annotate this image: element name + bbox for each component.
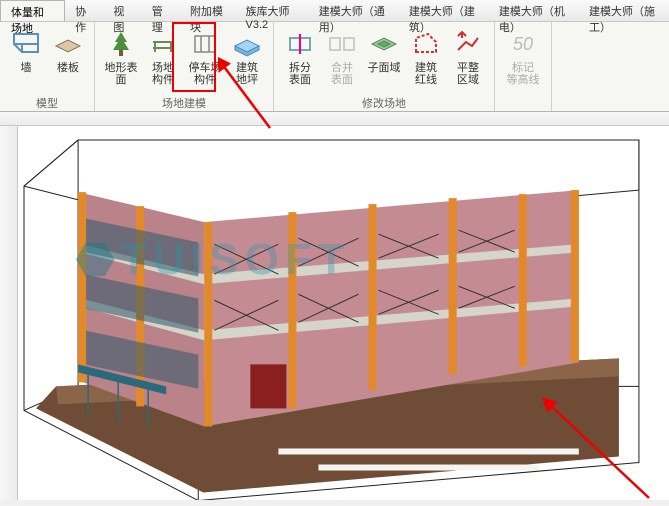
ruler-top: [0, 112, 669, 126]
site-comp-button[interactable]: 场地 构件: [143, 26, 183, 95]
graded-button[interactable]: 平整 区域: [448, 26, 488, 95]
tab-bm-mep[interactable]: 建模大师（机电）: [489, 0, 579, 21]
subregion-button[interactable]: 子面域: [364, 26, 404, 95]
tab-bm-arch[interactable]: 建模大师（建筑）: [399, 0, 489, 21]
tab-view[interactable]: 视图: [103, 0, 141, 21]
viewport: ⬣TUISOFT: [0, 112, 669, 500]
model-3d-view: [18, 126, 669, 500]
wall-label: 墙: [21, 62, 32, 74]
group-label-model: 模型: [6, 95, 88, 111]
floor-icon: [52, 28, 84, 60]
merge-label: 合并 表面: [331, 62, 353, 86]
group-label-lbl: [501, 95, 545, 111]
tab-manage[interactable]: 管理: [142, 0, 180, 21]
grade-icon: [452, 28, 484, 60]
tab-active[interactable]: 体量和场地: [0, 0, 65, 21]
tree-icon: [105, 28, 137, 60]
propline-icon: [410, 28, 442, 60]
proplines-button[interactable]: 建筑 红线: [406, 26, 446, 95]
pad-button[interactable]: 建筑 地坪: [227, 26, 267, 95]
tab-addins[interactable]: 附加模块: [180, 0, 236, 21]
merge-icon: [326, 28, 358, 60]
topography-button[interactable]: 地形表面: [101, 26, 141, 95]
label-contours-button: 50 标记 等高线: [501, 26, 545, 95]
bench-icon: [147, 28, 179, 60]
tab-family[interactable]: 族库大师V3.2: [235, 0, 308, 21]
pad-icon: [231, 28, 263, 60]
label-icon: 50: [507, 28, 539, 60]
ribbon-group-modify: 拆分 表面 合并 表面 子面域 建筑 红线: [274, 22, 495, 111]
floor-button[interactable]: 楼板: [48, 26, 88, 95]
split-icon: [284, 28, 316, 60]
group-label-site: 场地建模: [101, 95, 267, 111]
proplines-label: 建筑 红线: [415, 62, 437, 86]
parking-icon: [189, 28, 221, 60]
wall-button[interactable]: 墙: [6, 26, 46, 95]
parking-label: 停车场 构件: [189, 62, 222, 86]
pad-label: 建筑 地坪: [236, 62, 258, 86]
topography-label: 地形表面: [101, 62, 141, 86]
split-label: 拆分 表面: [289, 62, 311, 86]
subregion-icon: [368, 28, 400, 60]
tab-bm-constr[interactable]: 建模大师（施工）: [579, 0, 669, 21]
ribbon-group-site: 地形表面 场地 构件 停车场 构件 建筑 地坪 场地建模: [95, 22, 274, 111]
watermark: ⬣TUISOFT: [76, 234, 351, 285]
site-comp-label: 场地 构件: [152, 62, 174, 86]
floor-label: 楼板: [57, 62, 79, 74]
ruler-left: [0, 126, 18, 500]
split-button[interactable]: 拆分 表面: [280, 26, 320, 95]
model-canvas[interactable]: ⬣TUISOFT: [18, 126, 669, 500]
tab-bar: 体量和场地 协作 视图 管理 附加模块 族库大师V3.2 建模大师（通用） 建模…: [0, 0, 669, 22]
parking-button[interactable]: 停车场 构件: [185, 26, 225, 95]
group-label-modify: 修改场地: [280, 95, 488, 111]
subregion-label: 子面域: [368, 62, 401, 74]
graded-label: 平整 区域: [457, 62, 479, 86]
label-contours-label: 标记 等高线: [507, 62, 540, 86]
ribbon-group-label: 50 标记 等高线: [495, 22, 552, 111]
ribbon: 墙 楼板 模型 地形表面 场地 构件: [0, 22, 669, 112]
tab-collab[interactable]: 协作: [65, 0, 103, 21]
wall-icon: [10, 28, 42, 60]
ribbon-group-model: 墙 楼板 模型: [0, 22, 95, 111]
tab-bm-general[interactable]: 建模大师（通用）: [309, 0, 399, 21]
merge-button: 合并 表面: [322, 26, 362, 95]
